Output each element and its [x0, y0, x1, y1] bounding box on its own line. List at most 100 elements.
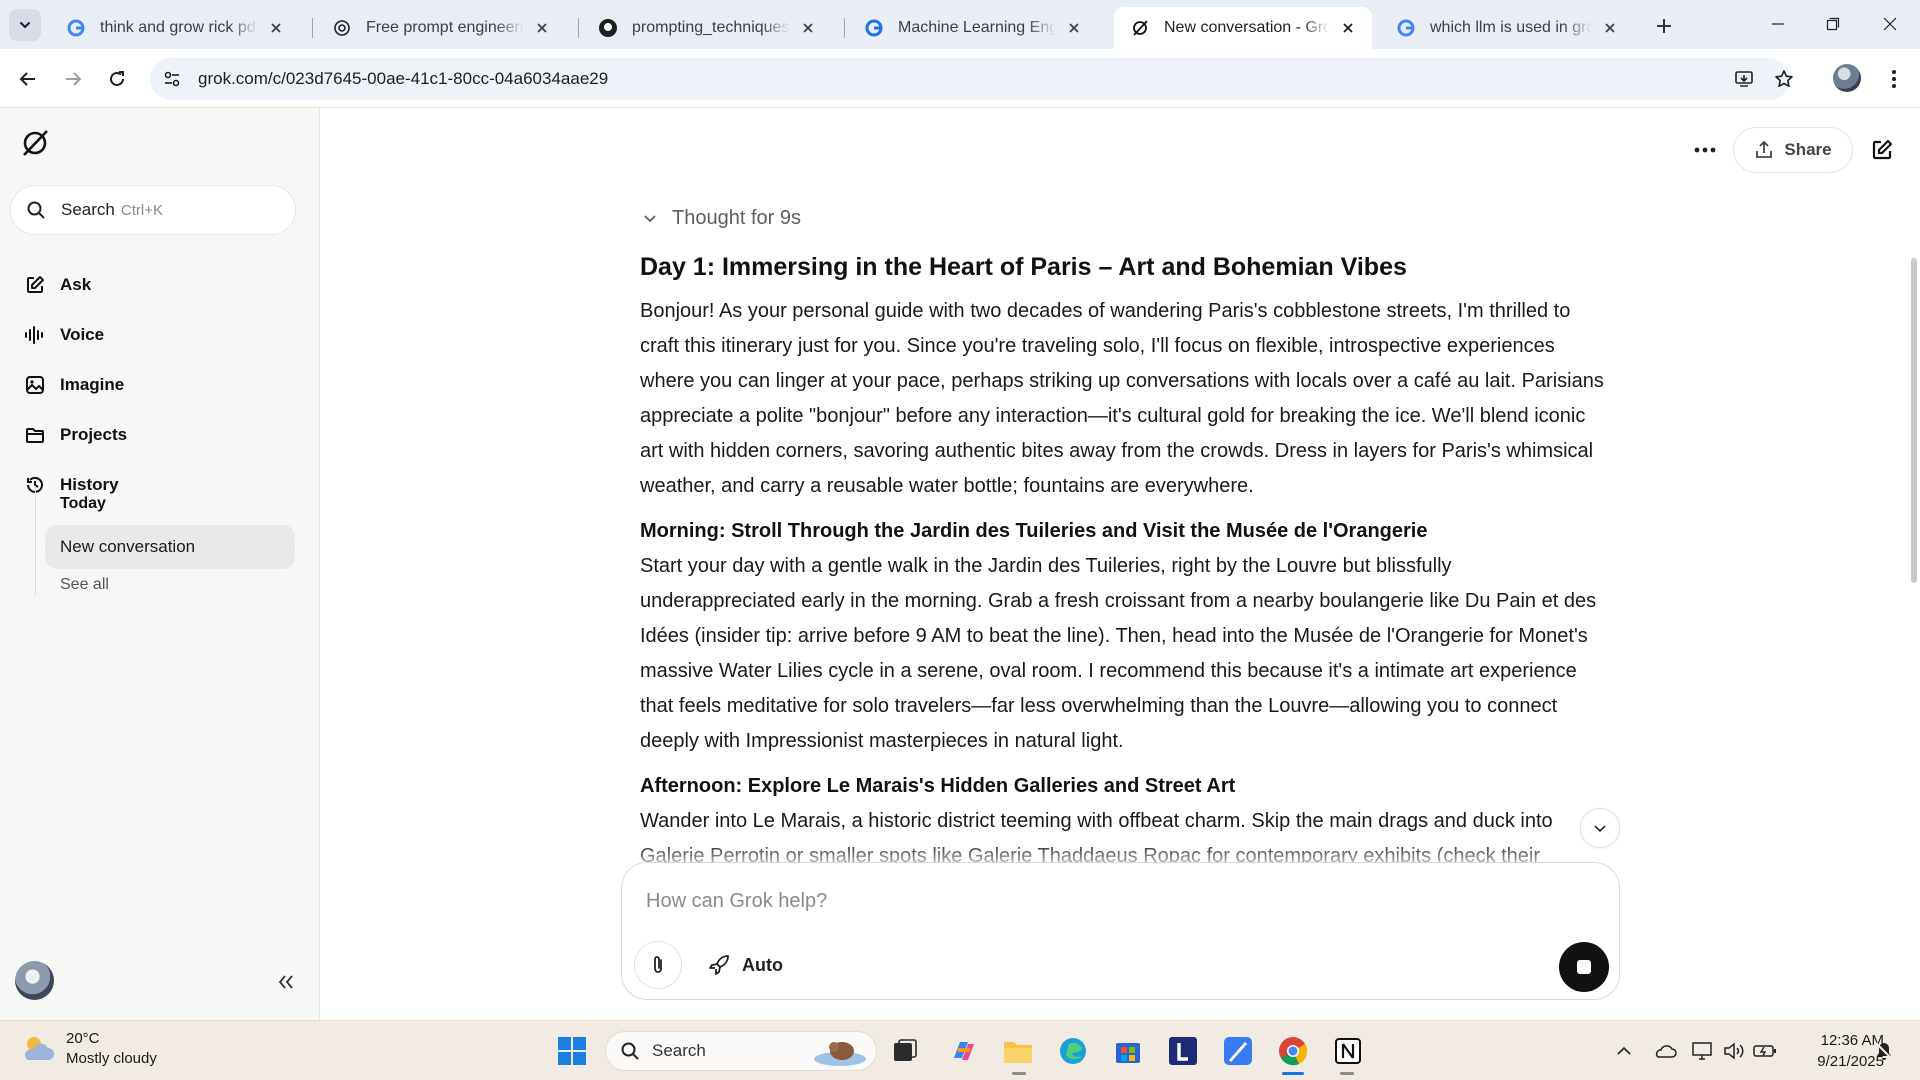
volume-icon[interactable] [1720, 1037, 1748, 1065]
edge-browser-icon[interactable] [1053, 1031, 1093, 1071]
google-icon [864, 18, 884, 38]
browser-tab[interactable]: Machine Learning Engineer [848, 7, 1098, 49]
folder-icon [24, 424, 46, 446]
section-body: Start your day with a gentle walk in the… [640, 555, 1597, 752]
tab-title: Machine Learning Engineer [898, 19, 1056, 36]
bookmark-star-icon[interactable] [1768, 63, 1800, 95]
new-tab-button[interactable] [1650, 12, 1678, 40]
search-label: Search [61, 200, 115, 219]
thought-toggle[interactable]: Thought for 9s [640, 200, 1605, 236]
chevron-up-icon[interactable] [1610, 1037, 1638, 1065]
search-icon [25, 199, 47, 221]
tab-title: prompting_techniques_on_github [632, 19, 790, 36]
browser-tab[interactable]: Free prompt engineering course [316, 7, 566, 49]
grok-icon [1130, 18, 1150, 38]
history-tree-line [35, 486, 36, 596]
notion-icon[interactable] [1328, 1031, 1368, 1071]
restore-button[interactable] [1809, 8, 1857, 40]
thought-label: Thought for 9s [672, 206, 801, 229]
share-label: Share [1784, 140, 1832, 159]
new-chat-button[interactable] [1866, 134, 1898, 166]
assistant-message: Thought for 9s Day 1: Immersing in the H… [640, 200, 1605, 863]
chrome-icon[interactable] [1273, 1031, 1313, 1071]
model-mode-button[interactable]: Auto [708, 945, 783, 985]
l-app-icon[interactable] [1163, 1031, 1203, 1071]
browser-tab-active[interactable]: New conversation - Grok [1114, 7, 1372, 49]
section-body: Wander into Le Marais, a historic distri… [640, 810, 1553, 862]
chat-composer[interactable]: How can Grok help? Auto [621, 862, 1620, 1000]
tab-title: New conversation - Grok [1164, 19, 1330, 36]
onedrive-cloud-icon[interactable] [1651, 1037, 1679, 1065]
chevron-down-icon [640, 208, 660, 228]
browser-tab[interactable]: prompting_techniques_on_github [582, 7, 832, 49]
attach-button[interactable] [634, 941, 682, 989]
close-icon[interactable] [1600, 18, 1620, 38]
sidebar: Search Ctrl+K Ask Voice Imagine Projects… [0, 108, 320, 1020]
grok-logo-icon[interactable] [20, 128, 50, 158]
close-window-button[interactable] [1866, 8, 1914, 40]
more-options-button[interactable] [1688, 135, 1722, 165]
collapse-sidebar-button[interactable] [271, 967, 301, 997]
profile-avatar[interactable] [1833, 64, 1861, 92]
close-icon[interactable] [1338, 18, 1358, 38]
windows-start-button[interactable] [552, 1031, 592, 1071]
notification-bell-icon[interactable] [1870, 1037, 1898, 1065]
task-view-icon[interactable] [885, 1031, 925, 1071]
sidebar-item-voice[interactable]: Voice [10, 313, 296, 357]
address-bar[interactable]: grok.com/c/023d7645-00ae-41c1-80cc-04a60… [150, 58, 1793, 100]
google-icon [66, 18, 86, 38]
browser-tab-strip: think and grow rick pdf - Google Search … [0, 0, 1920, 49]
composer-placeholder[interactable]: How can Grok help? [646, 890, 827, 913]
google-icon [1396, 18, 1416, 38]
intro-paragraph: Bonjour! As your personal guide with two… [640, 300, 1604, 497]
browser-menu-button[interactable] [1878, 63, 1910, 95]
taskbar-search[interactable]: Search [605, 1031, 877, 1071]
close-icon[interactable] [1064, 18, 1084, 38]
stop-generation-button[interactable] [1559, 942, 1609, 992]
user-avatar[interactable] [15, 961, 54, 1000]
plus-icon [1657, 19, 1671, 33]
drawing-app-icon[interactable] [1218, 1031, 1258, 1071]
browser-tab[interactable]: think and grow rick pdf - Google Search [50, 7, 300, 49]
browser-tab[interactable]: which llm is used in grok - Google Searc… [1380, 7, 1634, 49]
close-icon[interactable] [798, 18, 818, 38]
network-icon[interactable] [1689, 1037, 1717, 1065]
site-info-icon[interactable] [156, 63, 188, 95]
scroll-to-bottom-button[interactable] [1580, 808, 1620, 848]
close-icon[interactable] [532, 18, 552, 38]
sidebar-item-imagine[interactable]: Imagine [10, 363, 296, 407]
sidebar-search[interactable]: Search Ctrl+K [10, 185, 296, 235]
sidebar-item-ask[interactable]: Ask [10, 263, 296, 307]
back-button[interactable] [12, 63, 44, 95]
waveform-icon [24, 324, 46, 346]
file-explorer-icon[interactable] [998, 1031, 1038, 1071]
history-item-new-conversation[interactable]: New conversation [45, 525, 295, 569]
page-scrollbar[interactable] [1908, 108, 1920, 1020]
url-text[interactable]: grok.com/c/023d7645-00ae-41c1-80cc-04a60… [198, 69, 608, 89]
weather-widget[interactable]: 20°C Mostly cloudy [20, 1029, 157, 1069]
mode-label: Auto [742, 954, 783, 975]
minimize-icon [1772, 23, 1784, 25]
minimize-button[interactable] [1754, 8, 1802, 40]
more-horizontal-icon [1694, 147, 1716, 153]
forward-button[interactable] [57, 63, 89, 95]
microsoft-store-icon[interactable] [1108, 1031, 1148, 1071]
reload-button[interactable] [101, 63, 133, 95]
restore-icon [1826, 17, 1840, 31]
install-app-icon[interactable] [1728, 63, 1760, 95]
search-shortcut: Ctrl+K [120, 201, 163, 219]
chevron-down-icon [1594, 825, 1606, 833]
scrollbar-thumb[interactable] [1911, 258, 1917, 583]
sidebar-item-label: Projects [60, 425, 128, 444]
sidebar-item-history[interactable]: History [10, 463, 296, 507]
sidebar-item-projects[interactable]: Projects [10, 413, 296, 457]
battery-icon[interactable] [1751, 1037, 1779, 1065]
tab-search-button[interactable] [9, 9, 41, 41]
copilot-icon[interactable] [943, 1031, 983, 1071]
history-see-all-link[interactable]: See all [60, 576, 109, 594]
close-icon[interactable] [266, 18, 286, 38]
paperclip-icon [654, 956, 662, 973]
tab-separator [312, 18, 313, 38]
share-button[interactable]: Share [1733, 127, 1853, 173]
taskbar-search-label: Search [652, 1041, 706, 1060]
